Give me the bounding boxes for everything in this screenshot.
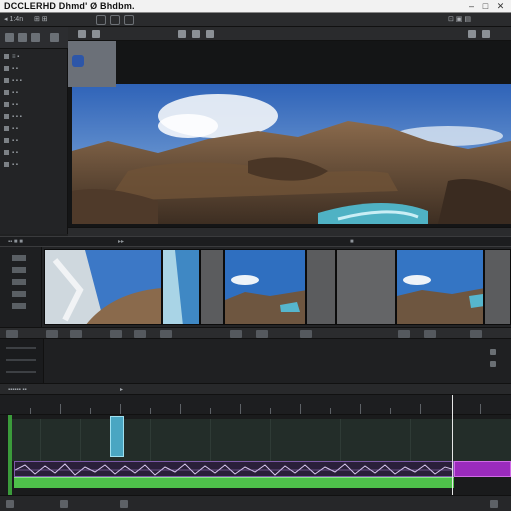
library-item[interactable]: ▪ ▪ bbox=[4, 65, 18, 74]
menu-bar: ◂ 1:4n ⊞ ⊞ ⊡ ▣ ▤ bbox=[0, 13, 511, 27]
media-browser-toolbar bbox=[0, 27, 68, 49]
video-editor-app: DCCLERHD Dhmd' Ø Bhdbm. – □ ✕ ◂ 1:4n ⊞ ⊞… bbox=[0, 0, 511, 511]
browser-label[interactable]: ■ bbox=[350, 238, 354, 247]
menu-item[interactable]: ⊡ ▣ ▤ bbox=[448, 14, 471, 26]
timeline-ruler[interactable] bbox=[0, 395, 511, 415]
inspector-sidebar bbox=[0, 339, 44, 383]
back-icon[interactable] bbox=[78, 30, 86, 38]
sidebar-icon[interactable] bbox=[12, 291, 26, 297]
playhead[interactable] bbox=[452, 395, 453, 495]
audio-level-bar[interactable] bbox=[14, 477, 454, 488]
fullscreen-icon[interactable] bbox=[482, 30, 490, 38]
status-icon[interactable] bbox=[120, 500, 128, 508]
filmstrip-icon[interactable] bbox=[470, 330, 482, 338]
filmstrip-icon[interactable] bbox=[46, 330, 58, 338]
timeline-clip[interactable] bbox=[110, 416, 124, 457]
library-item[interactable]: ▪ ▪ ▪ bbox=[4, 77, 22, 86]
close-icon[interactable]: ✕ bbox=[495, 1, 506, 12]
sidebar-icon[interactable] bbox=[12, 255, 26, 261]
stop-icon[interactable] bbox=[192, 30, 200, 38]
title-bar: DCCLERHD Dhmd' Ø Bhdbm. – □ ✕ bbox=[0, 0, 511, 13]
video-track[interactable] bbox=[10, 419, 511, 461]
viewer-status-strip bbox=[68, 227, 511, 236]
video-preview[interactable] bbox=[68, 41, 511, 227]
filmstrip-icon[interactable] bbox=[300, 330, 312, 338]
sidebar-icon[interactable] bbox=[12, 267, 26, 273]
forward-icon[interactable] bbox=[92, 30, 100, 38]
library-item[interactable]: ▪ ▪ ▪ bbox=[4, 113, 22, 122]
sidebar-icon[interactable] bbox=[12, 279, 26, 285]
filmstrip-icon[interactable] bbox=[134, 330, 146, 338]
clip-thumbnail[interactable] bbox=[484, 249, 511, 325]
grid-icon[interactable] bbox=[18, 33, 27, 42]
clip-thumbnail[interactable] bbox=[162, 249, 200, 325]
library-item[interactable]: ▪ ▪ bbox=[4, 125, 18, 134]
maximize-icon[interactable]: □ bbox=[480, 1, 491, 12]
library-item[interactable]: ▪ ▪ bbox=[4, 101, 18, 110]
viewer-toolbar bbox=[68, 27, 511, 41]
preview-frame bbox=[68, 41, 511, 224]
library-item[interactable]: ▪ ▪ bbox=[4, 137, 18, 146]
audio-clip-selected[interactable] bbox=[454, 461, 511, 477]
inspector-area bbox=[0, 339, 511, 383]
toolbar-icon[interactable] bbox=[124, 15, 134, 25]
timeline-label: ▪▪▪▪▪▪ ▪▪ bbox=[8, 387, 27, 393]
library-item[interactable]: ▪ ▪ bbox=[4, 161, 18, 170]
loop-icon[interactable] bbox=[206, 30, 214, 38]
track-marker bbox=[8, 415, 12, 495]
timeline-header: ▪▪▪▪▪▪ ▪▪ ▸ bbox=[0, 383, 511, 395]
audio-clip[interactable] bbox=[14, 461, 454, 477]
inspector-icon[interactable] bbox=[490, 349, 496, 355]
inspector-icon[interactable] bbox=[490, 361, 496, 367]
clip-browser-sidebar bbox=[0, 247, 42, 327]
media-browser-panel: ≡ ▪ ▪ ▪ ▪ ▪ ▪ ▪ ▪ ▪ ▪ ▪ ▪ ▪ ▪ ▪ ▪ ▪ ▪ ▪ … bbox=[0, 27, 68, 234]
library-item[interactable]: ▪ ▪ bbox=[4, 89, 18, 98]
clip-thumbnail[interactable] bbox=[306, 249, 336, 325]
clip-thumbnail[interactable] bbox=[44, 249, 162, 325]
window-title: DCCLERHD Dhmd' Ø Bhdbm. bbox=[4, 1, 135, 11]
minimize-icon[interactable]: – bbox=[466, 1, 477, 12]
add-icon[interactable] bbox=[50, 33, 59, 42]
filmstrip-icon[interactable] bbox=[110, 330, 122, 338]
browser-label: ▪▪ ■ ■ bbox=[8, 239, 23, 245]
list-icon[interactable] bbox=[31, 33, 40, 42]
clip-thumbnail[interactable] bbox=[224, 249, 306, 325]
settings-icon[interactable] bbox=[468, 30, 476, 38]
menu-item[interactable]: ⊞ ⊞ bbox=[34, 14, 48, 26]
clip-browser bbox=[0, 247, 511, 327]
library-item[interactable]: ≡ ▪ bbox=[4, 53, 19, 62]
menu-item[interactable]: ◂ 1:4n bbox=[4, 14, 23, 26]
folder-icon[interactable] bbox=[5, 33, 14, 42]
clip-thumbnail[interactable] bbox=[200, 249, 224, 325]
status-icon[interactable] bbox=[6, 500, 14, 508]
filmstrip-bar bbox=[0, 327, 511, 339]
browser-toolbar: ▪▪ ■ ■ ▸▸ ■ bbox=[0, 236, 511, 247]
timeline-time: ▸ bbox=[120, 387, 124, 393]
play-icon[interactable] bbox=[178, 30, 186, 38]
filmstrip-icon[interactable] bbox=[160, 330, 172, 338]
filmstrip-icon[interactable] bbox=[424, 330, 436, 338]
toolbar-icon[interactable] bbox=[110, 15, 120, 25]
browser-label[interactable]: ▸▸ bbox=[118, 238, 124, 247]
clip-thumbnail[interactable] bbox=[336, 249, 396, 325]
sidebar-icon[interactable] bbox=[12, 303, 26, 309]
filmstrip-icon[interactable] bbox=[230, 330, 242, 338]
filmstrip-icon[interactable] bbox=[398, 330, 410, 338]
status-icon[interactable] bbox=[60, 500, 68, 508]
clip-thumbnail[interactable] bbox=[396, 249, 484, 325]
filmstrip-icon[interactable] bbox=[70, 330, 82, 338]
status-bar bbox=[0, 495, 511, 511]
library-item[interactable]: ▪ ▪ bbox=[4, 149, 18, 158]
filmstrip-icon[interactable] bbox=[6, 330, 18, 338]
toolbar-icon[interactable] bbox=[96, 15, 106, 25]
filmstrip-icon[interactable] bbox=[256, 330, 268, 338]
status-icon[interactable] bbox=[490, 500, 498, 508]
